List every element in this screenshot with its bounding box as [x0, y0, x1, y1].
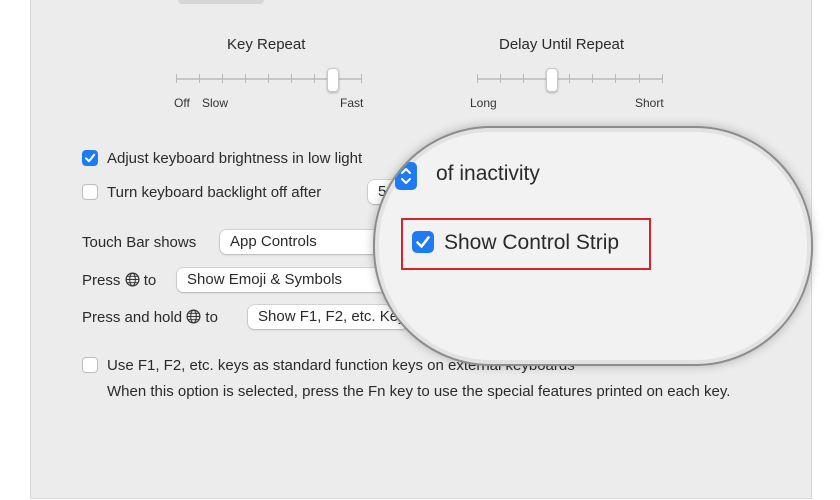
show-control-strip-checkbox[interactable] — [412, 231, 434, 253]
key-repeat-slider[interactable] — [176, 68, 362, 94]
inactivity-text: of inactivity — [436, 162, 540, 185]
to-label: to — [205, 309, 218, 326]
checkmark-icon — [416, 236, 430, 248]
fn-keys-help-text: When this option is selected, press the … — [107, 383, 731, 400]
chevron-updown-icon — [395, 162, 417, 190]
press-hold-globe-label: Press and hold to — [82, 309, 218, 326]
fn-keys-checkbox[interactable] — [82, 357, 98, 373]
delay-repeat-slider[interactable] — [477, 68, 663, 94]
backlight-off-checkbox[interactable] — [82, 184, 98, 200]
delay-repeat-thumb[interactable] — [546, 68, 558, 92]
press-hold-globe-popup[interactable]: Show F1, F2, etc. Keys — [248, 305, 408, 329]
adjust-brightness-label: Adjust keyboard brightness in low light — [107, 150, 363, 167]
globe-icon — [125, 272, 140, 287]
show-control-strip-label: Show Control Strip — [444, 231, 620, 254]
key-repeat-title: Key Repeat — [227, 36, 306, 53]
to-label: to — [143, 272, 157, 289]
adjust-brightness-checkbox[interactable] — [82, 150, 98, 166]
touch-bar-label: Touch Bar shows — [82, 234, 197, 251]
tab-indicator — [178, 0, 264, 4]
globe-icon — [186, 309, 201, 324]
magnifier-callout: of inactivity Show Control Strip — [373, 126, 813, 366]
checkmark-icon — [85, 153, 96, 163]
key-repeat-thumb[interactable] — [327, 68, 339, 92]
delay-repeat-title: Delay Until Repeat — [499, 36, 625, 53]
delay-repeat-long-label: Long — [470, 96, 497, 110]
backlight-off-label: Turn keyboard backlight off after — [107, 184, 322, 201]
press-hold-label: Press and hold — [82, 309, 183, 326]
delay-repeat-short-label: Short — [635, 96, 664, 110]
press-label: Press — [82, 272, 121, 289]
press-globe-label: Press to — [82, 272, 156, 289]
press-globe-popup[interactable]: Show Emoji & Symbols — [177, 268, 407, 292]
key-repeat-fast-label: Fast — [340, 96, 364, 110]
key-repeat-off-label: Off — [174, 96, 190, 110]
key-repeat-slow-label: Slow — [202, 96, 229, 110]
